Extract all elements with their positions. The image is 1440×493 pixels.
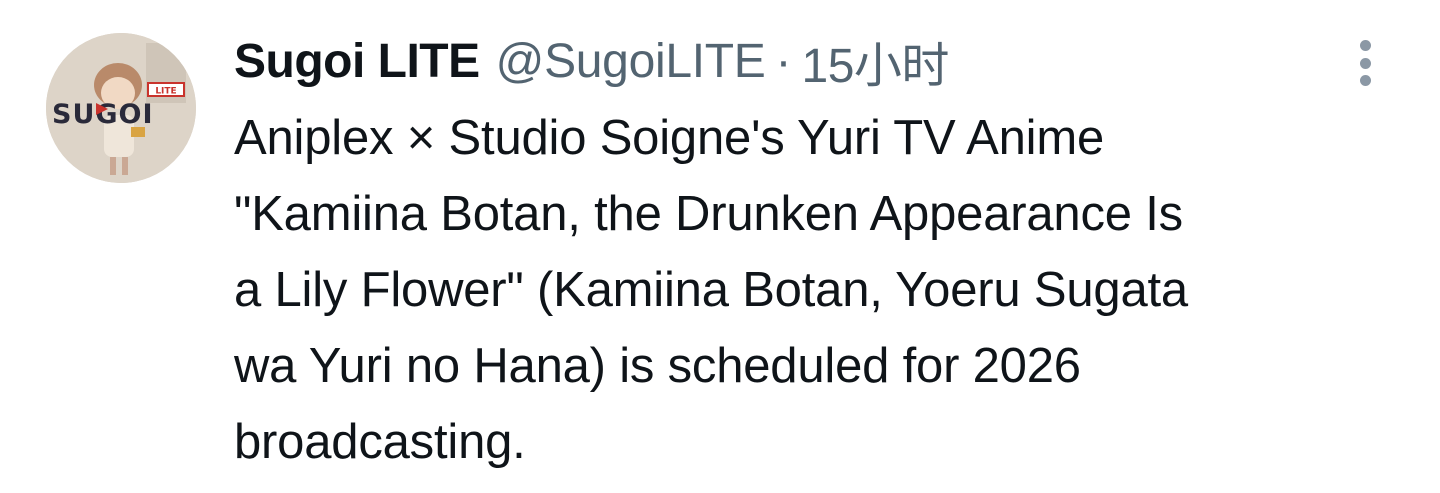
more-vertical-icon[interactable] xyxy=(1350,40,1380,86)
tweet-text: Aniplex × Studio Soigne's Yuri TV Anime … xyxy=(234,100,1384,480)
author-handle[interactable]: @SugoiLITE xyxy=(496,34,766,89)
tweet-card[interactable]: SUGOI LITE Sugoi LITE @SugoiLITE · 15小时 … xyxy=(0,0,1440,493)
tweet-text-line: a Lily Flower" (Kamiina Botan, Yoeru Sug… xyxy=(234,263,1188,317)
tweet-text-line: "Kamiina Botan, the Drunken Appearance I… xyxy=(234,187,1183,241)
tweet-text-line: Aniplex × Studio Soigne's Yuri TV Anime xyxy=(234,111,1105,165)
author-display-name[interactable]: Sugoi LITE xyxy=(234,34,480,89)
avatar-logo-badge: LITE xyxy=(155,87,176,97)
avatar[interactable]: SUGOI LITE xyxy=(46,33,196,183)
avatar-logo-text: SUGOI xyxy=(52,99,154,130)
tweet-header: Sugoi LITE @SugoiLITE · 15小时 xyxy=(234,30,949,94)
meta-separator: · xyxy=(775,34,792,88)
tweet-timestamp[interactable]: 15小时 xyxy=(802,26,950,96)
more-dot xyxy=(1359,75,1371,86)
more-dot xyxy=(1359,40,1371,51)
avatar-image: SUGOI LITE xyxy=(46,33,196,183)
tweet-text-line: wa Yuri no Hana) is scheduled for 2026 xyxy=(234,339,1081,393)
tweet-text-line: broadcasting. xyxy=(234,415,526,469)
more-dot xyxy=(1359,57,1371,69)
